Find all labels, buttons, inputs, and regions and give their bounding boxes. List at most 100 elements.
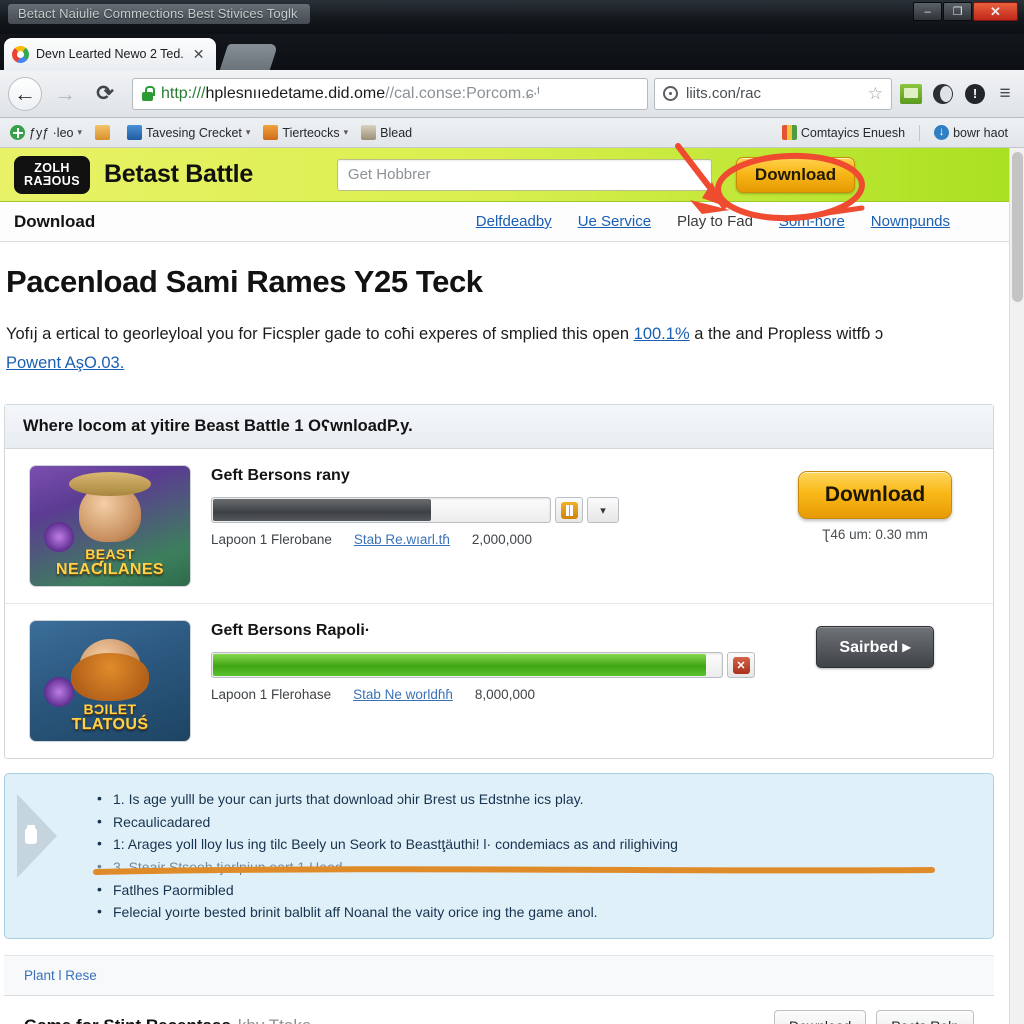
bookmark-label: Tavesing Crecket (146, 125, 242, 140)
bookmark-item-3[interactable]: Tierteocks ▾ (259, 123, 352, 142)
reload-icon[interactable]: ⟳ (88, 77, 122, 111)
panel-heading: Where locom at yitire Beast Battle 1 Oʕw… (5, 405, 993, 450)
chevron-down-icon[interactable]: ▾ (587, 497, 619, 524)
download-details: Geft Bersons rany ▾ Lapoon 1 Flerobane S… (211, 465, 755, 547)
tab-strip: Devn Learted Newo 2 Ted. ✕ (0, 34, 1024, 70)
game-thumbnail[interactable]: BƆILET TLATOUŚ (29, 620, 191, 743)
bookmarks-bar: ƒyƒ ·leo ▾ Tavesing Crecket ▾ Tierteocks… (0, 118, 1024, 148)
lede-link-percent[interactable]: 100.1% (634, 325, 690, 343)
meta-size: 8,000,000 (474, 687, 535, 703)
tab-close-icon[interactable]: ✕ (193, 46, 205, 63)
download-name: Geft Bersons rany (211, 467, 350, 485)
meta-source: Lapoon 1 Flerobane (211, 532, 332, 548)
flag-icon (781, 125, 797, 140)
nav-link-1[interactable]: Ue Service (578, 213, 651, 230)
row-download-button[interactable]: Download (797, 471, 953, 520)
bookmark-label: Tierteocks (282, 125, 340, 140)
lede-link-version[interactable]: Powent AşO.03. (6, 354, 124, 372)
bookmark-item-0[interactable]: ƒyƒ ·leo ▾ (6, 123, 86, 142)
page-lede: Yofıј a ertical to georleyloal you for F… (4, 320, 934, 378)
forward-icon[interactable]: → (48, 77, 82, 111)
bottom-help-button[interactable]: Pacts Relp (876, 1010, 974, 1024)
bookmark-item-2[interactable]: Tavesing Crecket ▾ (123, 123, 254, 142)
footnote-link[interactable]: Plant l Rese (24, 968, 97, 983)
calendar-icon (95, 125, 111, 140)
window-controls: – ❐ ✕ (913, 2, 1018, 21)
list-item: 1: Arages yoll lloy lus inɡ tilc Beely u… (97, 832, 975, 856)
download-meta: Lapoon 1 Flerobane Stab Re.wıarl.tɦ 2,00… (211, 532, 755, 547)
download-name: Geft Bersons Rapoli· (211, 622, 371, 640)
bottom-download-button[interactable]: Download (774, 1010, 867, 1024)
nav-link-2[interactable]: Play to Fad (677, 213, 753, 230)
wordmark-line-2: TLATOUŚ (71, 715, 149, 733)
browser-menu-icon[interactable]: ≡ (994, 84, 1016, 103)
meta-link[interactable]: Stab Ne worldɦɦ (353, 687, 453, 702)
bookmark-star-icon[interactable]: ☆ (868, 84, 883, 104)
bottom-buttons: Download Pacts Relp (774, 1010, 974, 1024)
title-bar: Betact Naiulie Commections Best Stivices… (0, 0, 1024, 34)
window-title: Betact Naiulie Commections Best Stivices… (8, 4, 310, 24)
pause-icon[interactable] (555, 497, 583, 524)
tab-title: Devn Learted Newo 2 Ted. (36, 47, 184, 61)
nav-link-3[interactable]: Som-nore (779, 213, 845, 230)
list-item: 1. Is age yulll be your can jurts that d… (97, 787, 975, 811)
bookmark-label: bowr haot (953, 125, 1008, 140)
progress-bar[interactable] (211, 497, 551, 524)
progress-bar[interactable] (211, 652, 723, 679)
site-header: ZOLH RAƎOUS Betast Battle Get Hobbrer Do… (0, 148, 1024, 202)
nav-links: Delfdeadby Ue Service Play to Fad Som-no… (476, 213, 1010, 230)
meta-link[interactable]: Stab Re.wıarl.tɦ (354, 532, 450, 547)
bookmark-label: Blead (380, 125, 413, 140)
row-secondary-button[interactable]: Sairbed ▸ (816, 626, 934, 669)
address-bar[interactable]: http:///hplesnııеdetame.did.ome//cal.con… (132, 77, 648, 110)
lede-text-1: Yofıј a ertical to georleyloal you for F… (6, 325, 634, 343)
bookmark-item-1[interactable] (91, 123, 118, 142)
character-art (71, 639, 149, 702)
info-box: 1. Is age yulll be your can jurts that d… (4, 773, 994, 940)
nav-link-0[interactable]: Delfdeadby (476, 213, 552, 230)
close-button[interactable]: ✕ (973, 2, 1018, 21)
site-search-input[interactable]: Get Hobbrer (336, 158, 712, 191)
url-text: http:///hplesnııеdetame.did.ome//cal.con… (161, 85, 539, 103)
game-thumbnail[interactable]: BEAST NEAƇILANES (29, 465, 191, 588)
download-circle-icon (934, 124, 950, 140)
browser-tab[interactable]: Devn Learted Newo 2 Ted. ✕ (4, 38, 216, 70)
moon-extension-icon[interactable] (930, 81, 956, 107)
minimize-button[interactable]: – (913, 2, 942, 21)
thumbnail-wordmark: BƆILET TLATOUŚ (38, 702, 182, 733)
page-viewport: ZOLH RAƎOUS Betast Battle Get Hobbrer Do… (0, 148, 1024, 1024)
site-logo[interactable]: ZOLH RAƎOUS (14, 155, 90, 194)
bookmark-label: Comtayics Enuesh (800, 125, 906, 140)
bookmark-download-item[interactable]: bowr haot (930, 123, 1012, 142)
logo-line-2: RAƎOUS (24, 173, 80, 188)
chevron-down-icon: ▾ (343, 127, 349, 137)
back-icon[interactable]: ← (8, 76, 42, 111)
progress-fill (213, 499, 431, 522)
secondary-search-value: liits.con/rac (686, 85, 762, 102)
bookmark-language-item[interactable]: Comtayics Enuesh (778, 123, 909, 142)
scrollbar-thumb[interactable] (1012, 152, 1023, 302)
thumbnail-wordmark: BEAST NEAƇILANES (38, 547, 182, 578)
green-extension-icon[interactable] (898, 81, 924, 107)
site-nav: Download Delfdeadby Ue Service Play to F… (0, 202, 1024, 242)
header-download-button[interactable]: Download (735, 156, 856, 193)
url-cursor: ɕ·ᵗͦ (525, 84, 540, 102)
bookmark-item-4[interactable]: Blead (357, 123, 416, 142)
cancel-icon[interactable]: ✕ (727, 652, 755, 679)
character-art (69, 472, 151, 543)
bookmark-label: ƒyƒ ·leo (29, 125, 74, 140)
info-extension-icon[interactable]: ! (962, 81, 988, 107)
list-item: Felecial yoırte bested brinit balblit af… (97, 900, 975, 924)
info-list: 1. Is age yulll be your can jurts that d… (97, 787, 975, 924)
meta-size: 2,000,000 (471, 532, 532, 548)
new-tab-button[interactable] (219, 44, 279, 70)
list-item: Fatlhes Paormibled (97, 878, 975, 902)
lede-text-2: a the and Propless witfɓ ɔ (689, 325, 884, 343)
url-path: //cal.conse:Porcom. (385, 84, 526, 102)
nav-link-4[interactable]: Nownpunds (871, 213, 950, 230)
secondary-search-box[interactable]: liits.con/rac ☆ (654, 77, 892, 110)
maximize-button[interactable]: ❐ (943, 2, 972, 21)
logo-line-1: ZOLH (34, 160, 70, 175)
page-scrollbar[interactable] (1009, 148, 1024, 1024)
url-scheme: http:/// (161, 84, 206, 102)
